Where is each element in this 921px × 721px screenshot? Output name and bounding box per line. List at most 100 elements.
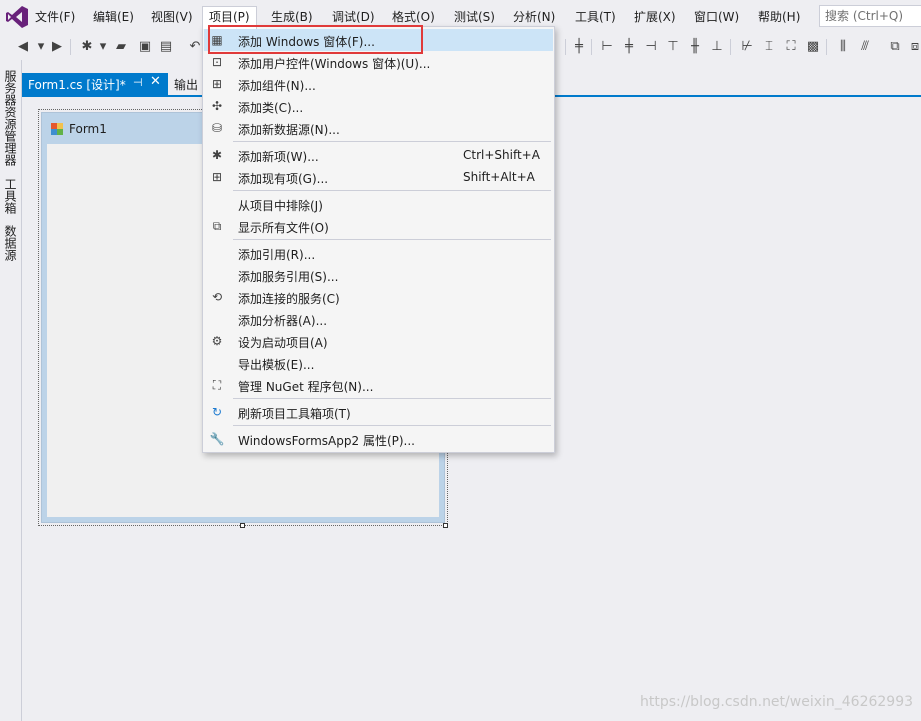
menu-item-shortcut: Ctrl+Shift+A — [463, 148, 540, 162]
menu-file[interactable]: 文件(F) — [29, 7, 81, 27]
menu-window[interactable]: 窗口(W) — [688, 7, 745, 27]
search-input[interactable]: 搜索 (Ctrl+Q) — [819, 5, 921, 27]
menu-help[interactable]: 帮助(H) — [752, 7, 806, 27]
menu-item-add-component[interactable]: ⊞ 添加组件(N)... — [204, 73, 553, 95]
add-new-item-icon: ✱ — [211, 148, 223, 162]
side-tool-strip: 服务器资源管理器 工具箱 数据源 — [0, 60, 22, 721]
menu-item-label: 导出模板(E)... — [238, 358, 315, 372]
increase-spacing-icon[interactable]: ⫻ — [856, 38, 874, 56]
pin-icon[interactable]: ⊣ — [133, 76, 143, 89]
toolbar-separator — [591, 39, 592, 55]
resize-handle-bottom-right[interactable] — [443, 523, 448, 528]
menu-item-label: 添加现有项(G)... — [238, 172, 329, 186]
menu-item-label: 显示所有文件(O) — [238, 221, 329, 235]
menu-item-refresh-toolbox[interactable]: ↻ 刷新项目工具箱项(T) — [204, 401, 553, 423]
menu-format[interactable]: 格式(O) — [386, 7, 441, 27]
side-tab-server-explorer[interactable]: 服务器资源管理器 — [2, 70, 19, 166]
menu-item-show-all-files[interactable]: ⧉ 显示所有文件(O) — [204, 215, 553, 237]
wrench-icon: 🔧 — [209, 432, 225, 446]
send-to-back-icon[interactable]: ⧈ — [906, 38, 921, 56]
menu-item-label: 添加服务引用(S)... — [238, 270, 339, 284]
menu-analyze[interactable]: 分析(N) — [507, 7, 561, 27]
menu-item-label: 管理 NuGet 程序包(N)... — [238, 380, 374, 394]
make-same-width-icon[interactable]: ⊬ — [738, 38, 756, 56]
menu-item-exclude-from-project[interactable]: 从项目中排除(J) — [204, 193, 553, 215]
align-center-icon[interactable]: ╪ — [620, 38, 638, 56]
close-icon[interactable]: ✕ — [150, 74, 161, 89]
annotation-highlight-box — [208, 25, 423, 54]
menu-item-add-service-reference[interactable]: 添加服务引用(S)... — [204, 264, 553, 286]
save-all-icon[interactable]: ▤ — [157, 38, 175, 56]
menu-item-label: 设为启动项目(A) — [238, 336, 328, 350]
align-left-icon[interactable]: ⊢ — [598, 38, 616, 56]
tab-form1-design[interactable]: Form1.cs [设计]* ⊣ ✕ — [22, 73, 168, 95]
menu-separator — [233, 141, 551, 142]
menu-item-shortcut: Shift+Alt+A — [463, 170, 535, 184]
dropdown-arrow-icon[interactable]: ▾ — [94, 38, 112, 56]
menu-item-add-new-item[interactable]: ✱ 添加新项(W)... Ctrl+Shift+A — [204, 144, 553, 166]
menu-item-add-reference[interactable]: 添加引用(R)... — [204, 242, 553, 264]
side-tab-toolbox[interactable]: 工具箱 — [2, 178, 19, 214]
tab-title: Form1.cs [设计]* — [28, 78, 126, 92]
align-middle-icon[interactable]: ╫ — [686, 38, 704, 56]
menu-view[interactable]: 视图(V) — [145, 7, 199, 27]
menu-item-add-connected-service[interactable]: ⟲ 添加连接的服务(C) — [204, 286, 553, 308]
menu-item-project-properties[interactable]: 🔧 WindowsFormsApp2 属性(P)... — [204, 428, 553, 450]
menu-item-label: 从项目中排除(J) — [238, 199, 323, 213]
make-same-size-icon[interactable]: ⛶ — [782, 38, 800, 56]
menu-edit[interactable]: 编辑(E) — [87, 7, 140, 27]
add-datasource-icon: ⛁ — [211, 121, 223, 135]
show-all-files-icon: ⧉ — [212, 219, 222, 233]
menu-separator — [233, 425, 551, 426]
save-icon[interactable]: ▣ — [136, 38, 154, 56]
menu-item-add-class[interactable]: ✣ 添加类(C)... — [204, 95, 553, 117]
gear-icon: ⚙ — [211, 334, 223, 348]
menu-item-label: 添加新数据源(N)... — [238, 123, 340, 137]
menu-item-label: 添加类(C)... — [238, 101, 304, 115]
toolbar-separator — [565, 39, 566, 55]
refresh-icon: ↻ — [211, 405, 223, 419]
menu-debug[interactable]: 调试(D) — [326, 7, 381, 27]
menu-item-manage-nuget[interactable]: ⛶ 管理 NuGet 程序包(N)... — [204, 374, 553, 396]
menu-item-export-template[interactable]: 导出模板(E)... — [204, 352, 553, 374]
menu-item-label: 刷新项目工具箱项(T) — [238, 407, 351, 421]
menu-build[interactable]: 生成(B) — [265, 7, 319, 27]
menu-item-label: WindowsFormsApp2 属性(P)... — [238, 434, 415, 448]
menu-item-label: 添加组件(N)... — [238, 79, 316, 93]
menu-item-add-datasource[interactable]: ⛁ 添加新数据源(N)... — [204, 117, 553, 139]
menu-extensions[interactable]: 扩展(X) — [628, 7, 682, 27]
align-right-icon[interactable]: ⊣ — [642, 38, 660, 56]
menu-separator — [233, 239, 551, 240]
open-folder-icon[interactable]: ▰ — [112, 38, 130, 56]
watermark-text: https://blog.csdn.net/weixin_46262993 — [640, 694, 914, 710]
form-app-icon — [51, 123, 63, 135]
menu-item-set-startup-project[interactable]: ⚙ 设为启动项目(A) — [204, 330, 553, 352]
toolbar-separator — [70, 39, 71, 55]
menu-test[interactable]: 测试(S) — [448, 7, 501, 27]
add-user-control-icon: ⊡ — [211, 55, 223, 69]
resize-handle-bottom[interactable] — [240, 523, 245, 528]
visual-studio-logo-icon — [6, 6, 28, 28]
add-component-icon: ⊞ — [211, 77, 223, 91]
make-same-height-icon[interactable]: ⌶ — [760, 38, 778, 56]
toolbar-separator — [730, 39, 731, 55]
forward-icon[interactable]: ▶ — [48, 38, 66, 56]
nuget-icon: ⛶ — [212, 378, 222, 392]
align-bottom-icon[interactable]: ⊥ — [708, 38, 726, 56]
align-top-icon[interactable]: ⊤ — [664, 38, 682, 56]
side-tab-data-sources[interactable]: 数据源 — [2, 225, 19, 261]
horizontal-spacing-icon[interactable]: ⫼ — [834, 38, 852, 56]
menu-item-label: 添加引用(R)... — [238, 248, 316, 262]
bring-to-front-icon[interactable]: ⧉ — [886, 38, 904, 56]
menu-item-add-existing-item[interactable]: ⊞ 添加现有项(G)... Shift+Alt+A — [204, 166, 553, 188]
back-icon[interactable]: ◀ — [14, 38, 32, 56]
add-class-icon: ✣ — [211, 99, 223, 113]
menu-separator — [233, 398, 551, 399]
size-to-grid-icon[interactable]: ▩ — [804, 38, 822, 56]
menu-item-add-analyzer[interactable]: 添加分析器(A)... — [204, 308, 553, 330]
menu-tools[interactable]: 工具(T) — [569, 7, 622, 27]
project-menu-dropdown: ▦ 添加 Windows 窗体(F)... ⊡ 添加用户控件(Windows 窗… — [202, 26, 555, 453]
menu-item-add-user-control[interactable]: ⊡ 添加用户控件(Windows 窗体)(U)... — [204, 51, 553, 73]
align-icon[interactable]: ╪ — [570, 38, 588, 56]
menu-item-label: 添加新项(W)... — [238, 150, 319, 164]
